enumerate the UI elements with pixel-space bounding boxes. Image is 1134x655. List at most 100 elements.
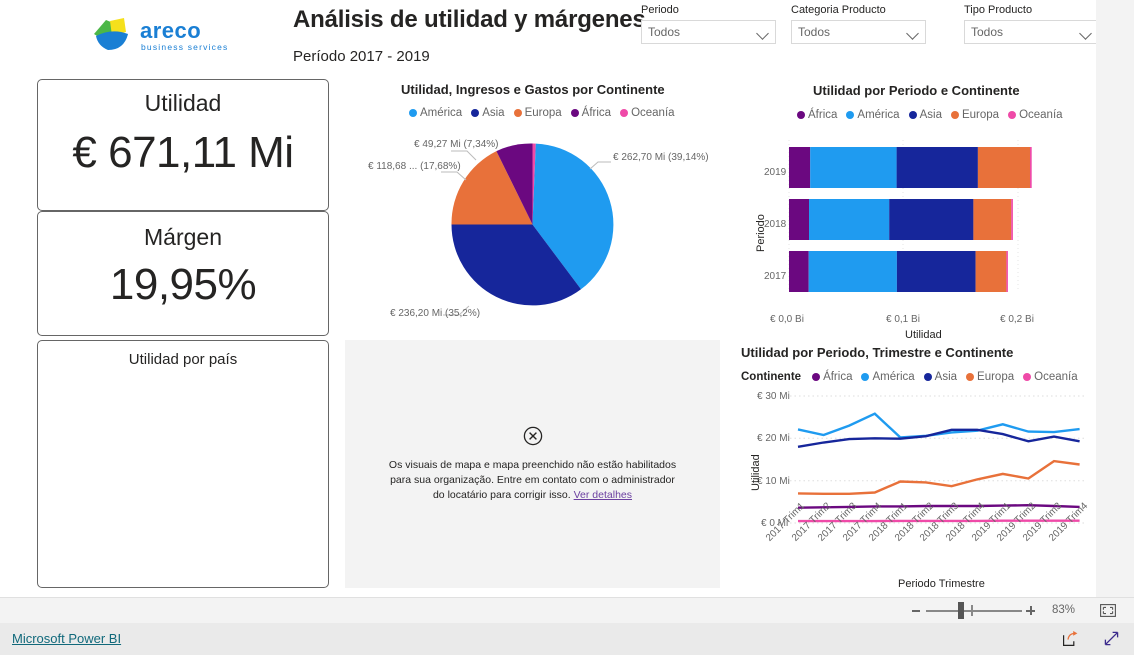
legend-item-europa[interactable]: Europa xyxy=(513,107,562,119)
powerbi-brand-link[interactable]: Microsoft Power BI xyxy=(12,631,121,646)
slicer-categoria-label: Categoria Producto xyxy=(791,4,886,16)
kpi-utilidad-title: Utilidad xyxy=(144,90,222,116)
zoom-out-button[interactable] xyxy=(912,610,920,612)
pie-chart-title: Utilidad, Ingresos e Gastos por Continen… xyxy=(401,82,665,97)
bar-ytick-2018: 2018 xyxy=(764,219,787,230)
bar-legend-item-oceania[interactable]: Oceanía xyxy=(1008,109,1063,121)
line-yaxis-title: Utilidad xyxy=(750,454,762,491)
legend-label-africa: África xyxy=(581,107,612,119)
bar-xtick-2: € 0,2 Bi xyxy=(1000,314,1034,325)
map-card-title: Utilidad por país xyxy=(128,351,238,368)
bar-legend-item-africa[interactable]: África xyxy=(797,109,837,121)
bar-chart-title: Utilidad por Periodo e Continente xyxy=(813,83,1020,98)
line-series-europa xyxy=(797,459,1080,496)
bar-row-2019[interactable] xyxy=(789,147,1032,188)
legend-label-europa: Europa xyxy=(524,107,562,119)
line-xaxis-ticks: 2017 Trim1 2017 Trim2 2017 Trim3 2017 Tr… xyxy=(730,501,1090,580)
chevron-down-icon xyxy=(1079,27,1092,40)
slicer-periodo-dropdown[interactable]: Todos xyxy=(641,20,776,44)
line-chart-legend[interactable]: Continente África América Asia Europa Oc… xyxy=(741,371,1078,383)
slicer-periodo-value: Todos xyxy=(648,25,681,39)
kpi-card-margen[interactable]: Márgen 19,95% xyxy=(37,211,329,336)
share-icon[interactable] xyxy=(1062,630,1079,647)
footer-actions xyxy=(1062,630,1120,647)
bar-xaxis-title: Utilidad xyxy=(905,329,942,341)
svg-text:areco: areco xyxy=(140,18,201,43)
bar-chart-legend[interactable]: África América Asia Europa Oceanía xyxy=(797,109,1063,121)
line-legend-item-america[interactable]: América xyxy=(861,371,915,383)
legend-item-america[interactable]: América xyxy=(409,107,462,119)
line-legend-item-africa[interactable]: África xyxy=(812,371,852,383)
slicer-periodo[interactable]: Periodo Todos xyxy=(641,4,776,44)
line-legend-label-africa: África xyxy=(823,371,853,383)
pie-label-america: € 262,70 Mi (39,14%) xyxy=(613,152,709,163)
map-visual-placeholder: Os visuais de mapa e mapa preenchido não… xyxy=(345,340,720,588)
report-page: areco business services Análisis de util… xyxy=(0,0,1134,655)
kpi-utilidad-value: € 671,11 Mi xyxy=(72,128,294,177)
slicer-categoria-dropdown[interactable]: Todos xyxy=(791,20,926,44)
line-ytick-30: € 30 Mi xyxy=(757,391,790,402)
line-chart-title: Utilidad por Periodo, Trimestre e Contin… xyxy=(741,345,1014,360)
bar-ytick-2017: 2017 xyxy=(764,271,787,282)
chevron-down-icon xyxy=(906,27,919,40)
zoom-slider-track[interactable] xyxy=(926,610,1022,612)
line-ytick-20: € 20 Mi xyxy=(757,433,790,444)
legend-dot-asia xyxy=(908,111,917,119)
legend-dot-asia xyxy=(923,373,932,381)
kpi-card-utilidad[interactable]: Utilidad € 671,11 Mi xyxy=(37,79,329,211)
map-card-utilidad-por-pais[interactable]: Utilidad por país xyxy=(37,340,329,588)
bar-legend-item-america[interactable]: América xyxy=(846,109,900,121)
slicer-tipo-dropdown[interactable]: Todos xyxy=(964,20,1099,44)
zoom-toolbar: 83% xyxy=(0,597,1134,623)
line-legend-label-europa: Europa xyxy=(977,371,1015,383)
kpi-margen-title: Márgen xyxy=(144,224,222,250)
map-error-line3: do locatário para corrigir isso. xyxy=(432,489,571,501)
line-legend-label-oceania: Oceanía xyxy=(1034,371,1078,383)
bar-legend-item-europa[interactable]: Europa xyxy=(950,109,1000,121)
chevron-down-icon xyxy=(756,27,769,40)
slicer-categoria-value: Todos xyxy=(798,25,831,39)
bar-legend-label-europa: Europa xyxy=(961,109,1000,121)
bar-row-2018[interactable] xyxy=(789,199,1013,240)
zoom-in-button-v[interactable] xyxy=(1030,606,1032,615)
slicer-periodo-label: Periodo xyxy=(641,4,679,16)
zoom-slider-thumb[interactable] xyxy=(958,602,964,619)
bar-legend-label-america: América xyxy=(857,109,900,121)
slicer-tipo-producto[interactable]: Tipo Producto Todos xyxy=(964,4,1099,44)
bar-legend-label-africa: África xyxy=(808,109,838,121)
fit-to-page-icon[interactable] xyxy=(1100,604,1116,617)
slicer-categoria-producto[interactable]: Categoria Producto Todos xyxy=(791,4,926,44)
legend-item-asia[interactable]: Asia xyxy=(471,107,505,119)
line-legend-caption: Continente xyxy=(741,371,802,383)
error-circle-x-icon xyxy=(523,426,542,446)
legend-dot-america xyxy=(409,109,417,117)
bar-xtick-0: € 0,0 Bi xyxy=(770,314,804,325)
legend-dot-america xyxy=(846,111,855,119)
bar-legend-label-oceania: Oceanía xyxy=(1019,109,1063,121)
bar-row-2017[interactable] xyxy=(789,251,1008,292)
map-error-message: Os visuais de mapa e mapa preenchido não… xyxy=(345,458,720,503)
slicer-tipo-label: Tipo Producto xyxy=(964,4,1033,16)
svg-text:business services: business services xyxy=(141,42,228,52)
bar-legend-item-asia[interactable]: Asia xyxy=(908,109,942,121)
report-canvas: areco business services Análisis de util… xyxy=(0,0,1099,597)
legend-dot-africa xyxy=(812,373,821,381)
legend-item-oceania[interactable]: Oceanía xyxy=(620,107,675,119)
zoom-percentage: 83% xyxy=(1052,604,1076,616)
line-legend-item-europa[interactable]: Europa xyxy=(966,371,1014,383)
legend-dot-oceania xyxy=(620,109,629,117)
canvas-right-gutter xyxy=(1096,0,1134,597)
legend-item-africa[interactable]: África xyxy=(570,107,612,119)
fullscreen-icon[interactable] xyxy=(1103,630,1120,647)
pie-chart-legend[interactable]: América Asia Europa África Oceanía xyxy=(409,107,675,119)
legend-dot-asia xyxy=(471,109,480,117)
page-subtitle: Período 2017 - 2019 xyxy=(293,48,430,65)
map-details-link[interactable]: Ver detalhes xyxy=(574,489,632,501)
legend-label-america: América xyxy=(420,107,463,119)
line-legend-item-asia[interactable]: Asia xyxy=(923,371,957,383)
legend-dot-europa xyxy=(950,111,959,119)
line-legend-item-oceania[interactable]: Oceanía xyxy=(1023,371,1078,383)
legend-dot-oceania xyxy=(1008,111,1017,119)
page-title: Análisis de utilidad y márgenes xyxy=(293,6,646,33)
legend-dot-africa xyxy=(797,111,805,119)
